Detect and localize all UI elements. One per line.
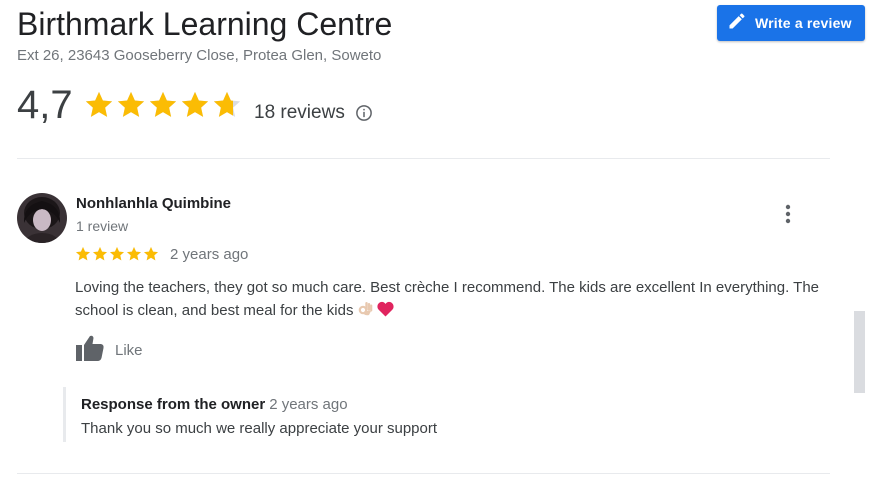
heart-emoji (377, 301, 395, 324)
like-label: Like (115, 342, 143, 359)
divider (17, 158, 830, 159)
review-time: 2 years ago (170, 246, 249, 263)
review-stars (75, 246, 160, 267)
reviews-count[interactable]: 18 reviews (254, 102, 345, 124)
divider (17, 473, 830, 474)
star-icon (180, 90, 210, 125)
reviewer-name[interactable]: Nonhlanhla Quimbine (76, 195, 231, 212)
rating-stars (84, 90, 244, 125)
scrollbar-thumb[interactable] (854, 311, 865, 393)
star-icon (143, 246, 159, 267)
review-body: Loving the teachers, they got so much ca… (75, 279, 820, 319)
review-text: Loving the teachers, they got so much ca… (75, 276, 835, 324)
star-icon (148, 90, 178, 125)
owner-response-header: Response from the owner 2 years ago (81, 396, 348, 413)
star-icon (212, 90, 242, 125)
star-icon (84, 90, 114, 125)
place-title: Birthmark Learning Centre (17, 6, 393, 42)
owner-response-title: Response from the owner (81, 396, 266, 413)
write-review-label: Write a review (755, 15, 852, 31)
star-icon (116, 90, 146, 125)
star-icon (109, 246, 125, 267)
rating-value: 4,7 (17, 83, 73, 127)
owner-response-time: 2 years ago (269, 396, 348, 413)
write-review-button[interactable]: Write a review (717, 5, 865, 41)
info-icon[interactable] (355, 104, 373, 122)
avatar[interactable] (17, 193, 67, 243)
more-vert-icon[interactable] (778, 203, 798, 225)
response-border (63, 387, 66, 442)
star-icon (126, 246, 142, 267)
star-icon (92, 246, 108, 267)
thumb-up-icon (75, 334, 105, 367)
pencil-icon (727, 11, 747, 36)
star-icon (75, 246, 91, 267)
ok-hand-emoji (357, 300, 373, 324)
like-button[interactable]: Like (75, 334, 143, 367)
place-address: Ext 26, 23643 Gooseberry Close, Protea G… (17, 47, 382, 64)
reviewer-review-count: 1 review (76, 218, 129, 234)
owner-response-text: Thank you so much we really appreciate y… (81, 420, 438, 437)
